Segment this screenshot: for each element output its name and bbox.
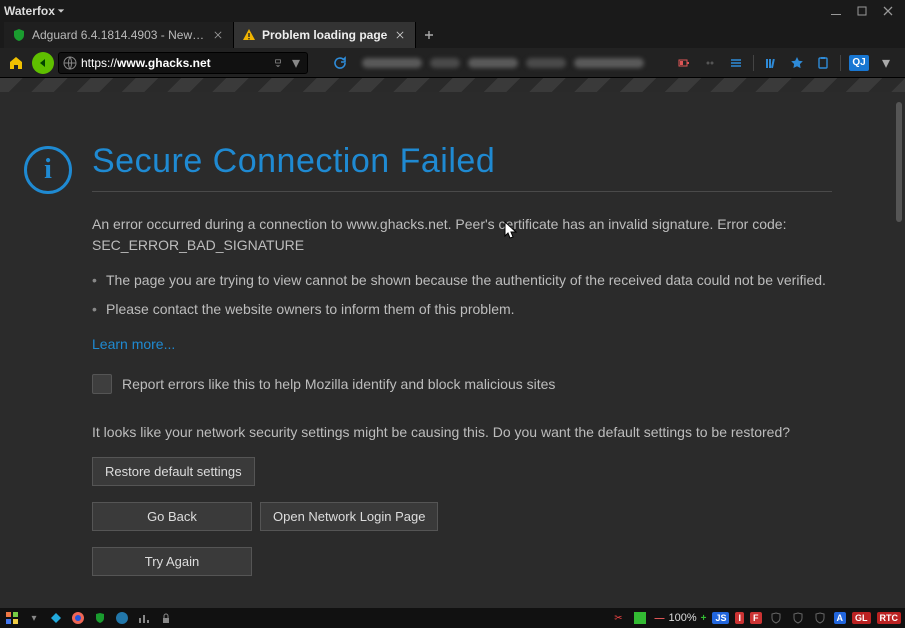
plus-icon [424,30,434,40]
zoom-percentage: 100% [668,612,696,624]
tab-strip: Adguard 6.4.1814.4903 - News & Upd Probl… [0,22,905,48]
error-detail-item: The page you are trying to view cannot b… [92,270,832,291]
reload-icon [333,56,347,70]
app-menu-button[interactable]: Waterfox [4,4,65,18]
restore-defaults-button[interactable]: Restore default settings [92,457,255,486]
rtc-badge[interactable]: RTC [877,612,902,624]
shield-icon[interactable] [92,610,108,626]
library-icon[interactable] [762,54,780,72]
system-taskbar: ▾ ✂ — 100% + JS I F A GL RTC [0,608,905,628]
bar-chart-icon[interactable] [136,610,152,626]
title-divider [92,191,832,192]
app-name: Waterfox [4,4,55,18]
f-badge[interactable]: F [750,612,762,624]
error-detail-item: Please contact the website owners to inf… [92,299,832,320]
warning-favicon-icon [242,28,256,42]
star-icon[interactable] [788,54,806,72]
back-button[interactable] [32,52,54,74]
overflow-dropdown-icon[interactable]: ▾ [877,54,895,72]
home-button[interactable] [4,51,28,75]
toolbar-right-icons: QJ ▾ [669,54,901,72]
tab-error-page[interactable]: Problem loading page [234,22,416,48]
close-icon [214,31,222,39]
tab-adguard[interactable]: Adguard 6.4.1814.4903 - News & Upd [4,22,234,48]
privacy-mask-icon[interactable] [701,54,719,72]
url-bar[interactable]: https://www.ghacks.net ▾ [58,52,308,74]
zoom-out-icon[interactable]: — [654,613,664,624]
zoom-control[interactable]: — 100% + [654,612,706,624]
shield3-icon[interactable] [812,610,828,626]
back-arrow-icon [37,57,49,69]
adguard-favicon-icon [12,28,26,42]
blurred-toolbar-region [356,55,665,71]
report-errors-label: Report errors like this to help Mozilla … [122,376,555,392]
window-minimize-button[interactable] [823,2,849,20]
window-maximize-button[interactable] [849,2,875,20]
home-icon [8,55,24,71]
network-hint-text: It looks like your network security sett… [92,422,832,443]
identity-dropdown-icon[interactable] [271,54,285,72]
battery-icon[interactable] [675,54,693,72]
url-dropdown-icon[interactable]: ▾ [289,53,303,73]
vertical-scrollbar[interactable] [896,102,902,222]
firefox-icon[interactable] [70,610,86,626]
tab-close-button[interactable] [393,28,407,42]
qj-extension-button[interactable]: QJ [849,55,869,71]
tab-close-button[interactable] [211,28,225,42]
clipboard-icon[interactable] [814,54,832,72]
taskbar-dropdown-icon[interactable]: ▾ [26,610,42,626]
page-content: i Secure Connection Failed An error occu… [0,78,905,608]
error-title: Secure Connection Failed [92,142,832,181]
waterfox-taskbar-icon[interactable] [114,610,130,626]
start-button[interactable] [4,610,20,626]
open-login-page-button[interactable]: Open Network Login Page [260,502,438,531]
shield2-icon[interactable] [790,610,806,626]
new-tab-button[interactable] [416,22,442,48]
menu-lines-icon[interactable] [727,54,745,72]
hazard-stripe [0,78,905,92]
close-icon [396,31,404,39]
window-close-button[interactable] [875,2,901,20]
globe-icon [63,56,77,70]
shield1-icon[interactable] [768,610,784,626]
i-badge[interactable]: I [735,612,744,624]
info-icon: i [24,146,72,194]
diamond-icon[interactable] [48,610,64,626]
navigation-toolbar: https://www.ghacks.net ▾ QJ ▾ [0,48,905,78]
url-text: https://www.ghacks.net [81,56,267,70]
js-badge[interactable]: JS [712,612,729,624]
tab-title: Adguard 6.4.1814.4903 - News & Upd [32,28,205,42]
report-errors-checkbox[interactable] [92,374,112,394]
scissors-icon[interactable]: ✂ [610,610,626,626]
learn-more-link[interactable]: Learn more... [92,336,175,352]
chevron-down-icon [57,7,65,15]
lock-icon[interactable] [158,610,174,626]
a-badge[interactable]: A [834,612,847,624]
tab-title: Problem loading page [262,28,387,42]
error-description: An error occurred during a connection to… [92,214,832,256]
zoom-in-icon[interactable]: + [701,613,707,624]
error-detail-list: The page you are trying to view cannot b… [92,270,832,320]
go-back-button[interactable]: Go Back [92,502,252,531]
green-box-icon[interactable] [632,610,648,626]
window-titlebar: Waterfox [0,0,905,22]
gl-badge[interactable]: GL [852,612,871,624]
try-again-button[interactable]: Try Again [92,547,252,576]
reload-button[interactable] [328,51,352,75]
